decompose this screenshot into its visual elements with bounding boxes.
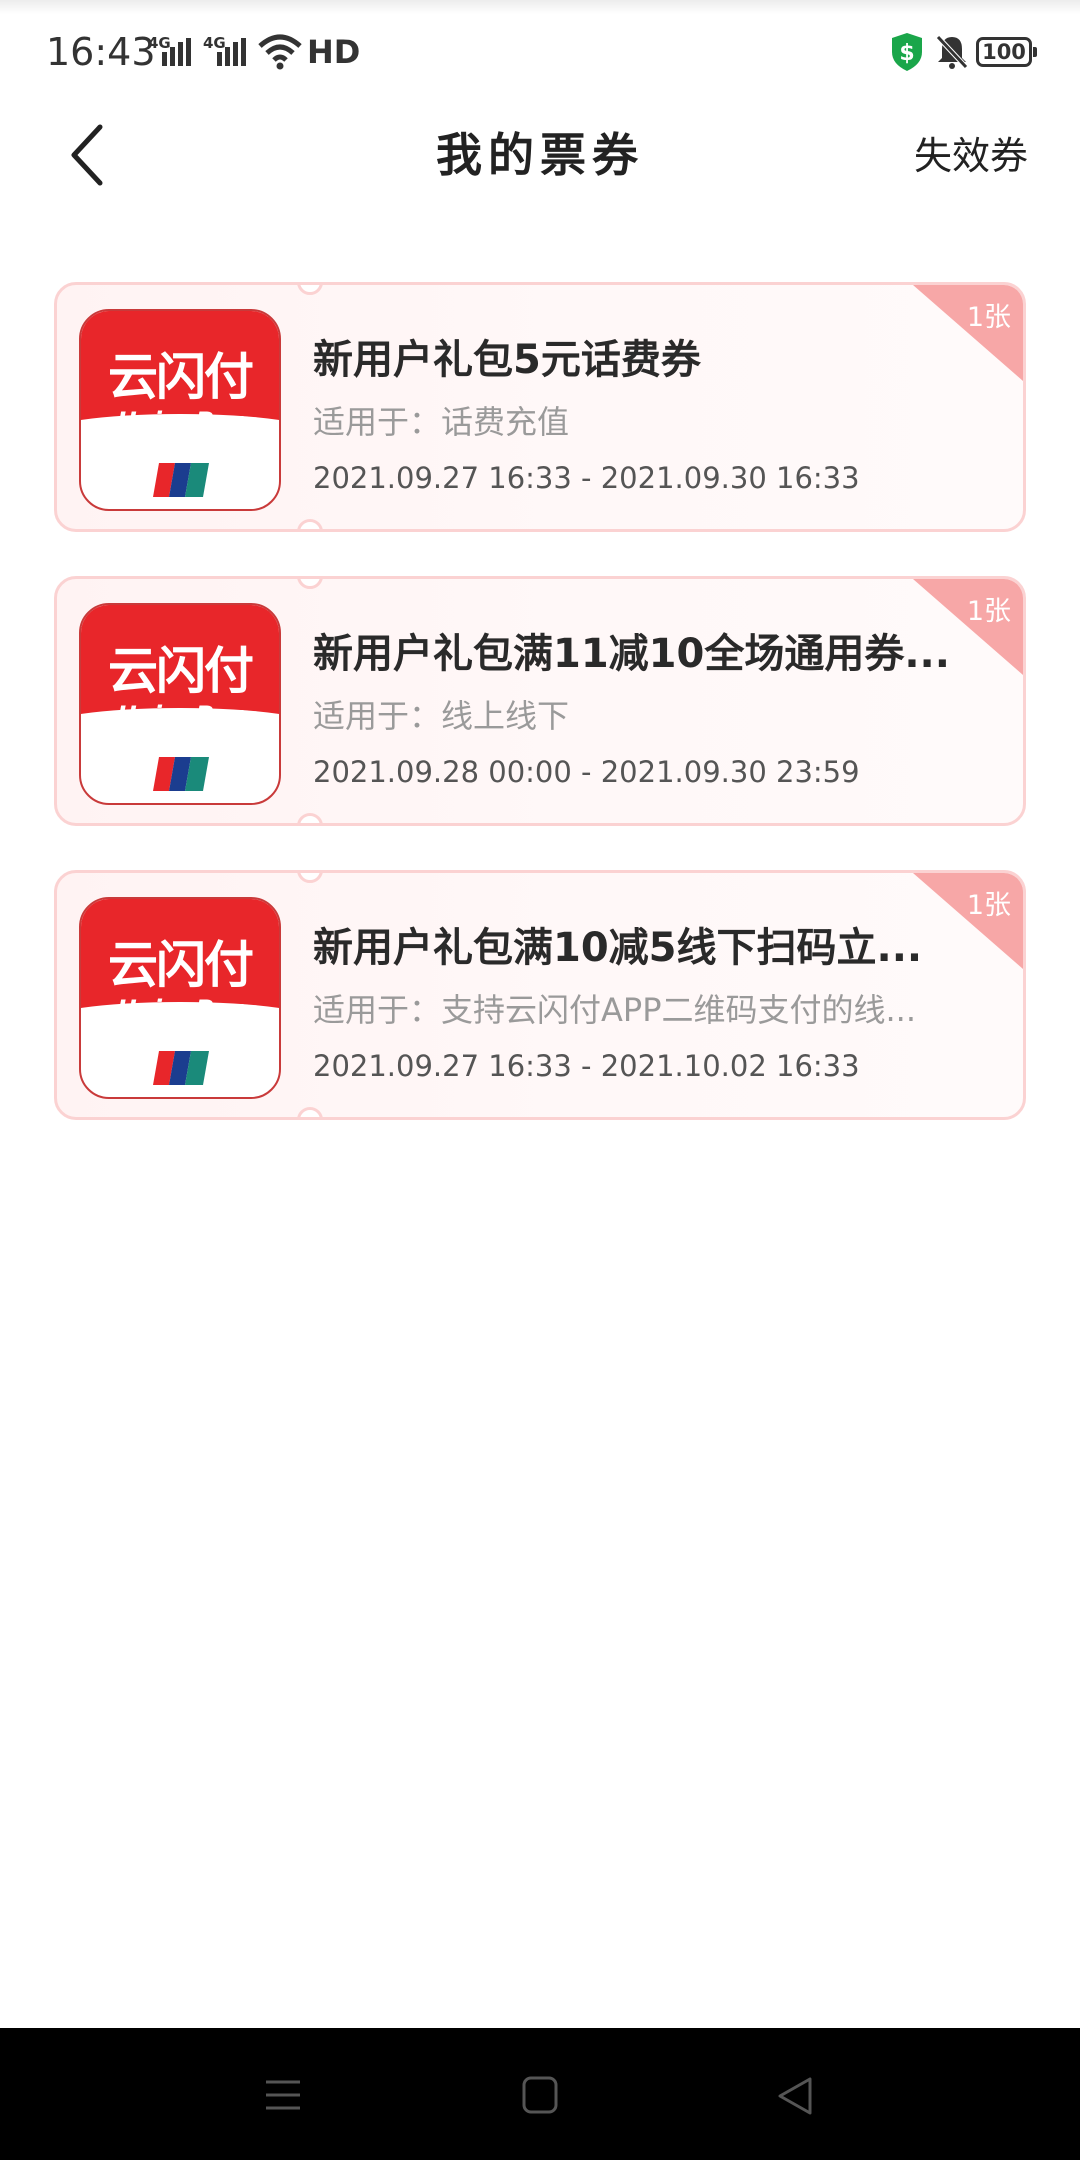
system-nav-bar	[0, 2028, 1080, 2160]
coupon-scope: 适用于：线上线下	[313, 697, 570, 735]
count-badge: 1张	[966, 596, 1011, 627]
count-badge: 1张	[966, 890, 1011, 921]
coupon-scope: 适用于：支持云闪付APP二维码支付的线...	[313, 991, 917, 1029]
coupon-scope: 适用于：话费充值	[313, 403, 570, 441]
coupon-title: 新用户礼包5元话费券	[313, 337, 701, 383]
unionpay-logo: 云闪付 UnionPay	[79, 309, 281, 511]
status-bar: 16:43 4G 4G HD $ 100	[0, 0, 1080, 105]
header-bar: 我的票券 失效券	[0, 105, 1080, 235]
status-time: 16:43	[46, 30, 156, 74]
coupon-date-range: 2021.09.27 16:33 - 2021.09.30 16:33	[313, 461, 860, 495]
home-icon[interactable]	[522, 2076, 558, 2114]
unionpay-logo: 云闪付 UnionPay	[79, 897, 281, 1099]
coupon-card[interactable]: 云闪付 UnionPay 新用户礼包满11减10全场通用券... 适用于：线上线…	[54, 576, 1026, 826]
unionpay-flag-icon	[153, 463, 209, 497]
coupon-title: 新用户礼包满10减5线下扫码立...	[313, 925, 923, 971]
unionpay-flag-icon	[153, 1051, 209, 1085]
bell-muted-icon	[936, 35, 968, 69]
coupon-card[interactable]: 云闪付 UnionPay 新用户礼包满10减5线下扫码立... 适用于：支持云闪…	[54, 870, 1026, 1120]
unionpay-flag-icon	[153, 757, 209, 791]
hd-indicator: HD	[307, 33, 361, 71]
wifi-icon	[258, 34, 302, 70]
svg-text:$: $	[899, 41, 914, 66]
back-triangle-icon[interactable]	[776, 2076, 814, 2116]
battery-icon: 100	[976, 37, 1037, 67]
coupon-date-range: 2021.09.28 00:00 - 2021.09.30 23:59	[313, 755, 860, 789]
count-badge: 1张	[966, 302, 1011, 333]
coupon-date-range: 2021.09.27 16:33 - 2021.10.02 16:33	[313, 1049, 860, 1083]
menu-icon[interactable]	[264, 2078, 302, 2112]
coupon-card[interactable]: 云闪付 UnionPay 新用户礼包5元话费券 适用于：话费充值 2021.09…	[54, 282, 1026, 532]
unionpay-logo: 云闪付 UnionPay	[79, 603, 281, 805]
shield-icon: $	[892, 33, 922, 71]
coupon-title: 新用户礼包满11减10全场通用券...	[313, 631, 950, 677]
expired-coupons-link[interactable]: 失效券	[914, 125, 1028, 180]
